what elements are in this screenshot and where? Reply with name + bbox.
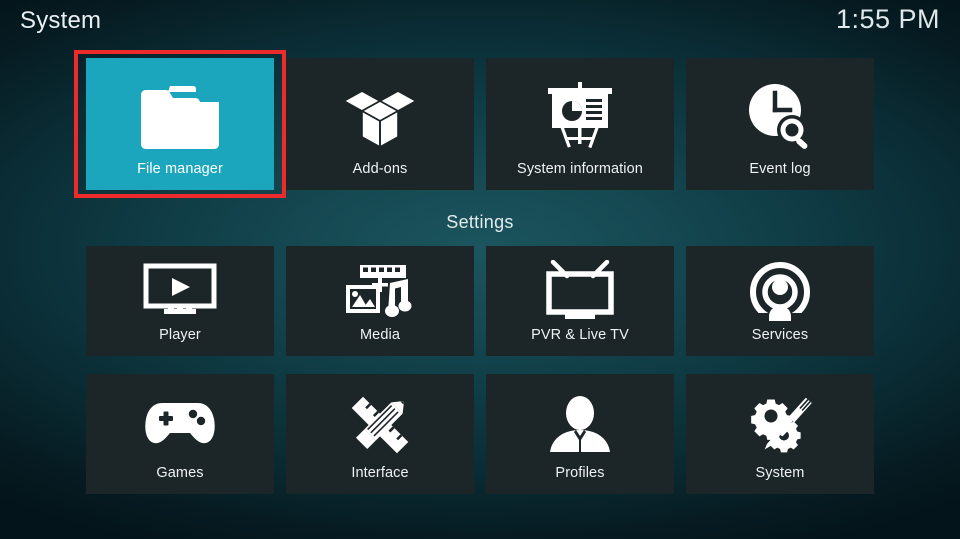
top-bar: System 1:55 PM xyxy=(0,0,960,50)
settings-section-header: Settings xyxy=(446,212,514,232)
folder-icon xyxy=(86,58,274,162)
monitor-play-icon xyxy=(86,246,274,328)
tile-player[interactable]: Player xyxy=(86,246,274,356)
tile-label: Add-ons xyxy=(352,160,408,177)
clock-search-icon xyxy=(686,58,874,162)
pencil-ruler-icon xyxy=(286,374,474,466)
gears-screwdriver-icon xyxy=(686,374,874,466)
person-broadcast-icon xyxy=(686,246,874,328)
tile-label: File manager xyxy=(137,160,223,177)
clock: 1:55 PM xyxy=(835,4,940,34)
tile-profiles[interactable]: Profiles xyxy=(486,374,674,494)
tile-label: Media xyxy=(360,326,400,343)
film-photo-music-icon xyxy=(286,246,474,328)
tile-label: Player xyxy=(159,326,201,343)
person-bust-icon xyxy=(486,374,674,466)
tile-services[interactable]: Services xyxy=(686,246,874,356)
tile-label: Games xyxy=(156,464,204,481)
tile-label: System information xyxy=(517,160,643,177)
tv-antenna-icon xyxy=(486,246,674,328)
tile-system-information[interactable]: System information xyxy=(486,58,674,190)
presentation-chart-icon xyxy=(486,58,674,162)
tile-label: System xyxy=(755,464,805,481)
page-title: System xyxy=(20,7,102,34)
tile-label: Interface xyxy=(351,464,409,481)
tile-label: Profiles xyxy=(555,464,605,481)
tile-label: Services xyxy=(751,326,809,343)
tile-system[interactable]: System xyxy=(686,374,874,494)
tile-interface[interactable]: Interface xyxy=(286,374,474,494)
tile-add-ons[interactable]: Add-ons xyxy=(286,58,474,190)
kodi-system-screen: System 1:55 PM File manager Add-ons Syst… xyxy=(0,0,960,539)
open-box-icon xyxy=(286,58,474,162)
tile-pvr-live-tv[interactable]: PVR & Live TV xyxy=(486,246,674,356)
tile-file-manager[interactable]: File manager xyxy=(86,58,274,190)
gamepad-icon xyxy=(86,374,274,466)
tile-games[interactable]: Games xyxy=(86,374,274,494)
tile-label: Event log xyxy=(749,160,811,177)
tile-media[interactable]: Media xyxy=(286,246,474,356)
tile-event-log[interactable]: Event log xyxy=(686,58,874,190)
tile-label: PVR & Live TV xyxy=(531,326,629,343)
